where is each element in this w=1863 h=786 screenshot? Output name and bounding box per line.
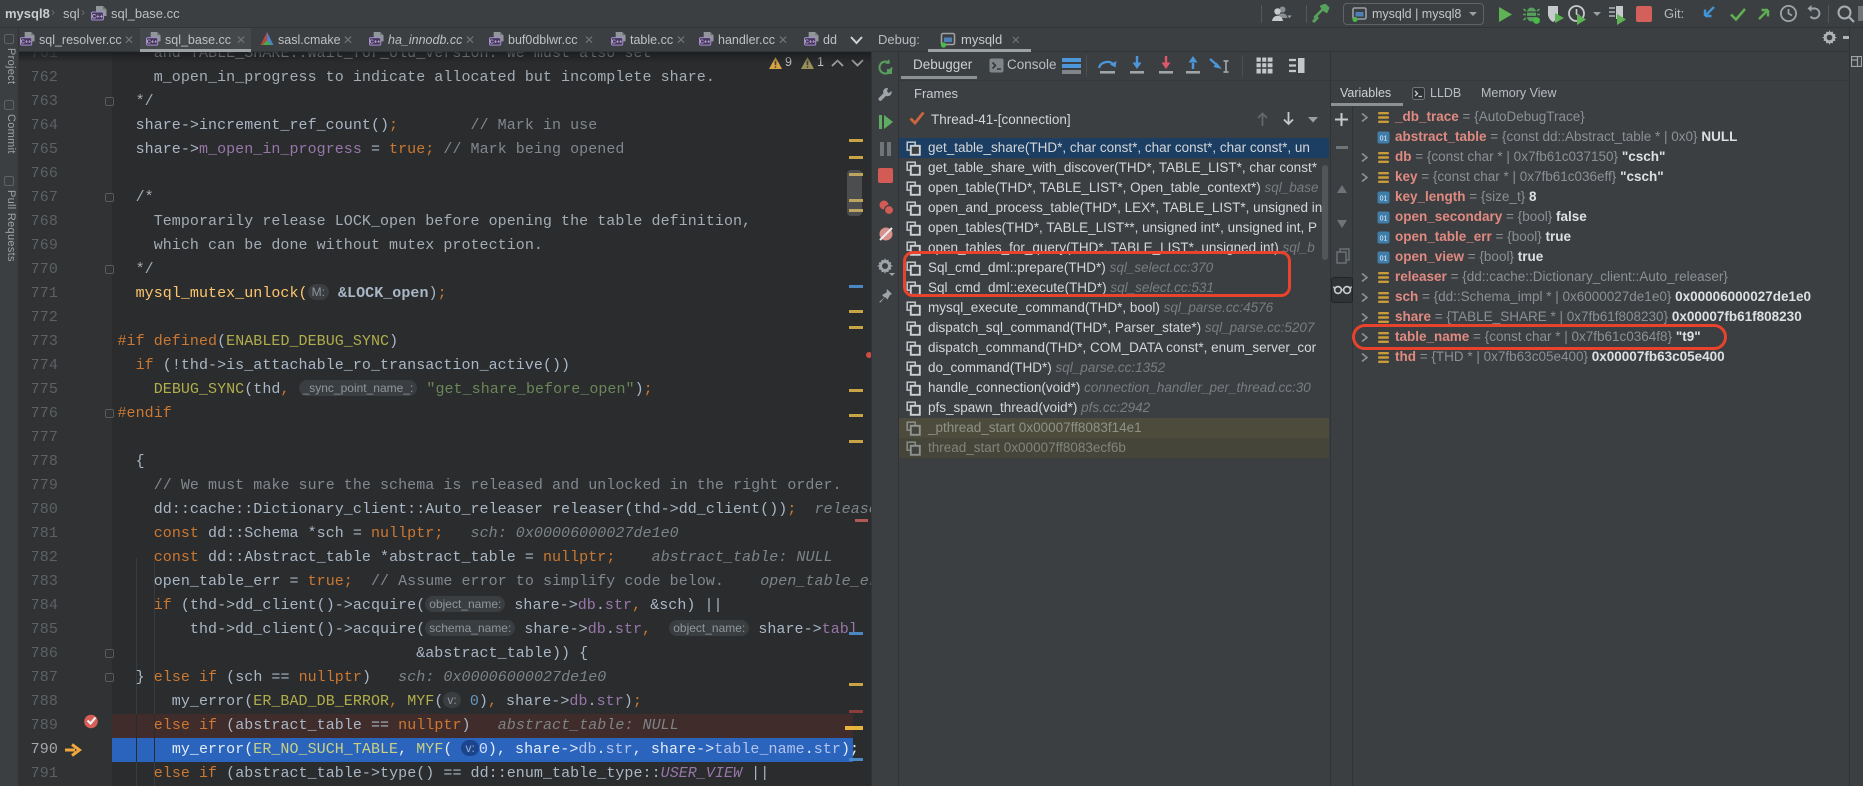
- svg-text:01: 01: [1380, 195, 1388, 202]
- svg-text:C++: C++: [147, 40, 158, 46]
- svg-text:C++: C++: [612, 40, 623, 46]
- svg-text:C++: C++: [700, 40, 711, 46]
- svg-text:C++: C++: [92, 14, 104, 20]
- svg-text:01: 01: [1380, 215, 1388, 222]
- svg-text:01: 01: [1380, 235, 1388, 242]
- svg-text:C++: C++: [21, 40, 32, 46]
- svg-text:C++: C++: [490, 40, 501, 46]
- svg-text:C++: C++: [370, 40, 381, 46]
- svg-text:01: 01: [1380, 135, 1388, 142]
- svg-text:C++: C++: [805, 40, 816, 46]
- svg-text:01: 01: [1380, 255, 1388, 262]
